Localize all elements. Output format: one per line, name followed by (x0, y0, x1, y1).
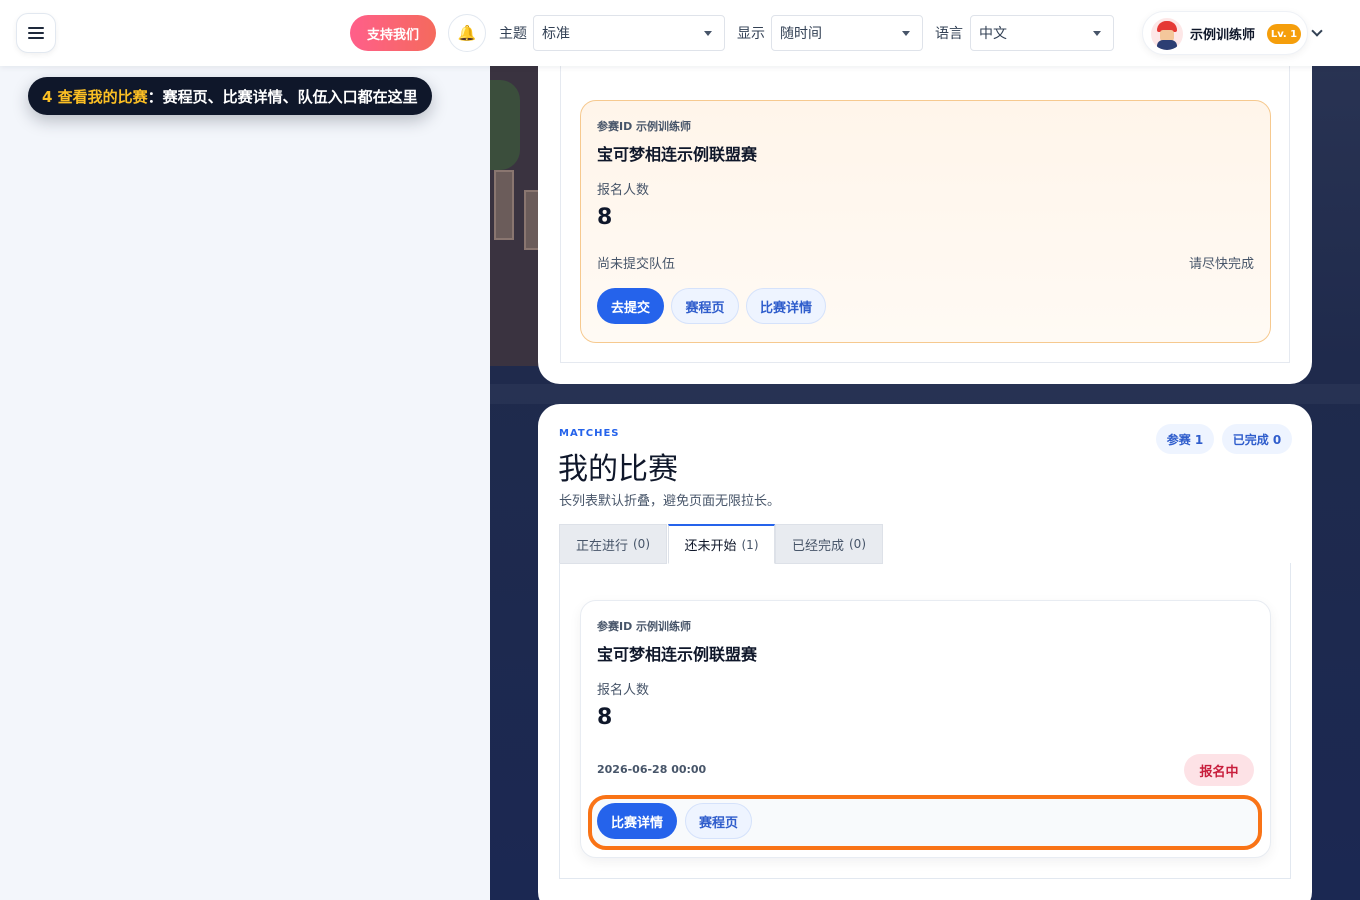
chevron-down-icon[interactable] (1311, 25, 1323, 37)
match-title: 宝可梦相连示例联盟赛 (597, 645, 758, 664)
bell-icon: 🔔 (457, 24, 477, 42)
caret-down-icon (704, 31, 712, 36)
tutorial-step-text: ：赛程页、比赛详情、队伍入口都在这里 (147, 87, 418, 106)
tab-completed[interactable]: 已经完成 (0) (775, 524, 883, 564)
caret-down-icon (902, 31, 910, 36)
schedule-button[interactable]: 赛程页 (685, 803, 752, 839)
tab-label: 还未开始 (684, 539, 737, 554)
theme-label: 主题 (499, 26, 527, 42)
team-status: 尚未提交队伍 (597, 257, 676, 272)
tutorial-step-highlight: 4 查看我的比赛 (42, 87, 148, 106)
match-title: 宝可梦相连示例联盟赛 (597, 145, 758, 164)
section-description: 长列表默认折叠，避免页面无限拉长。 (559, 494, 781, 509)
tab-count: (0) (849, 537, 866, 551)
entry-id: 参赛ID 示例训练师 (597, 120, 692, 133)
entry-id: 参赛ID 示例训练师 (597, 620, 692, 633)
caret-down-icon (1093, 31, 1101, 36)
avatar (1151, 18, 1183, 50)
display-select[interactable]: 随时间 (771, 15, 923, 51)
display-select-value: 随时间 (780, 26, 822, 42)
pending-match-card: 参赛ID 示例训练师 宝可梦相连示例联盟赛 报名人数 8 尚未提交队伍 请尽快完… (580, 100, 1271, 343)
bg-window (494, 170, 514, 240)
registration-count-label: 报名人数 (597, 183, 650, 198)
registration-count: 8 (597, 705, 613, 730)
notification-button[interactable]: 🔔 (448, 14, 486, 52)
registration-count: 8 (597, 205, 613, 230)
schedule-button[interactable]: 赛程页 (671, 288, 739, 324)
tab-count: (1) (741, 537, 759, 552)
tab-count: (0) (633, 537, 650, 551)
tab-not-started[interactable]: 还未开始 (1) (668, 524, 775, 564)
level-badge: Lv. 1 (1267, 24, 1301, 44)
completed-count-badge: 已完成 0 (1222, 424, 1292, 454)
tab-label: 正在进行 (575, 538, 628, 554)
submit-team-button[interactable]: 去提交 (597, 288, 664, 324)
top-navbar: 支持我们 🔔 主题 标准 显示 随时间 语言 中文 示例训练师 Lv. 1 (0, 0, 1360, 66)
match-details-button[interactable]: 比赛详情 (597, 803, 677, 839)
section-title: 我的比赛 (558, 452, 678, 487)
language-label: 语言 (935, 26, 963, 42)
tab-label: 已经完成 (791, 538, 844, 554)
bg-stripe (490, 384, 1360, 404)
bg-foliage (490, 80, 520, 170)
language-select[interactable]: 中文 (970, 15, 1114, 51)
tutorial-callout: 4 查看我的比赛 ：赛程页、比赛详情、队伍入口都在这里 (28, 77, 432, 115)
theme-select-value: 标准 (542, 26, 570, 42)
match-details-button[interactable]: 比赛详情 (746, 288, 826, 324)
support-button[interactable]: 支持我们 (350, 15, 436, 51)
user-name: 示例训练师 (1190, 28, 1256, 43)
hamburger-icon (28, 27, 44, 39)
language-select-value: 中文 (979, 26, 1007, 42)
user-menu[interactable]: 示例训练师 Lv. 1 (1142, 11, 1308, 55)
display-label: 显示 (737, 26, 765, 42)
match-date: 2026-06-28 00:00 (597, 763, 707, 776)
status-badge: 报名中 (1184, 754, 1254, 786)
registration-count-label: 报名人数 (597, 683, 650, 698)
menu-button[interactable] (16, 13, 56, 53)
joined-count-badge: 参赛 1 (1156, 424, 1214, 454)
tab-in-progress[interactable]: 正在进行 (0) (559, 524, 667, 564)
team-status-hint: 请尽快完成 (1188, 257, 1254, 272)
section-kicker: MATCHES (559, 428, 620, 439)
theme-select[interactable]: 标准 (533, 15, 725, 51)
